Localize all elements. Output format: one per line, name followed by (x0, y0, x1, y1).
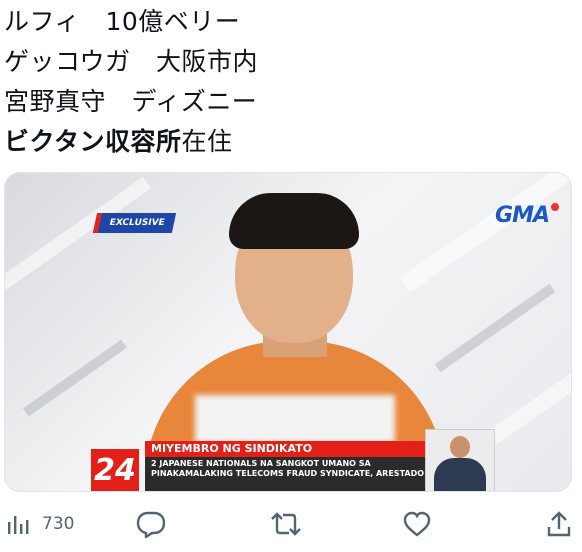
news-lower-third: 24 MIYEMBRO NG SINDIKATO 2 JAPANESE NATI… (91, 431, 431, 491)
views-button[interactable]: 730 (6, 510, 74, 538)
tweet-line-4-bold: ビクタン収容所 (4, 127, 182, 156)
tweet-line-4: ビクタン収容所在住 (4, 122, 574, 162)
tweet-line-2: ゲッコウガ 大阪市内 (4, 47, 259, 76)
like-button[interactable] (402, 510, 432, 538)
interpreter-body (434, 458, 486, 491)
tweet-line-3: 宮野真守 ディズニー (4, 87, 258, 116)
interpreter-head (450, 436, 470, 458)
hair (229, 193, 359, 249)
headline-label: MIYEMBRO NG SINDIKATO (145, 441, 431, 457)
tweet-text: ルフィ 10億ベリー ゲッコウガ 大阪市内 宮野真守 ディズニー ビクタン収容所… (4, 2, 574, 162)
share-icon (547, 511, 571, 537)
views-icon (8, 516, 29, 534)
sign-language-interpreter (425, 429, 495, 491)
heart-icon (403, 511, 431, 537)
gma-logo-text: GMA (495, 203, 550, 228)
background-stripe (434, 283, 556, 373)
tweet-line-1: ルフィ 10億ベリー (4, 7, 241, 36)
reply-icon (136, 511, 166, 538)
reply-button[interactable] (136, 510, 166, 538)
tweet-line-4-rest: 在住 (181, 127, 233, 156)
repost-button[interactable] (270, 510, 302, 538)
tweet-action-bar: 730 (0, 502, 582, 546)
gma-logo-dot (551, 203, 559, 211)
channel-24-logo: 24 (91, 449, 139, 491)
headline-body: 2 JAPANESE NATIONALS NA SANGKOT UMANO SA… (145, 457, 431, 491)
share-button[interactable] (546, 510, 572, 538)
background-stripe (5, 176, 151, 304)
gma-logo: GMA (495, 203, 559, 228)
repost-icon (271, 512, 301, 536)
background-stripe (22, 339, 128, 417)
tweet-media-image[interactable]: EXCLUSIVE GMA 24 MIYEMBRO NG SINDIKATO 2… (4, 172, 572, 492)
views-count: 730 (42, 514, 75, 534)
